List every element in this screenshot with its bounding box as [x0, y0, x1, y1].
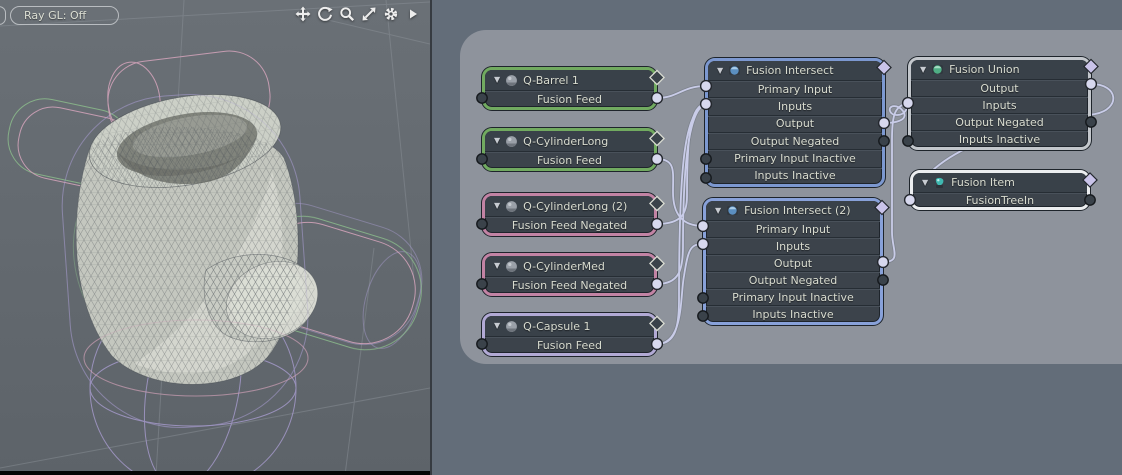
node-fusion-intersect[interactable]: ▼ Fusion Intersect Primary Input Inputs …: [705, 58, 885, 187]
node-title: Fusion Intersect: [746, 64, 833, 77]
fit-view-icon[interactable]: [360, 5, 378, 23]
fusion-intersect-icon: [726, 204, 739, 217]
node-title: Q-CylinderMed: [523, 260, 605, 273]
collapse-arrow-icon[interactable]: ▼: [494, 202, 500, 210]
node-q-cylinderlong[interactable]: ▼ Q-CylinderLong Fusion Feed: [482, 128, 657, 171]
node-row-fusion-feed: Fusion Feed: [485, 90, 654, 107]
node-q-cylindermed[interactable]: ▼ Q-CylinderMed Fusion Feed Negated: [482, 253, 657, 296]
node-title: Q-CylinderLong (2): [523, 200, 627, 213]
orbit-icon[interactable]: [316, 5, 334, 23]
fusion-item-icon: [933, 176, 946, 189]
node-row-fusion-feed-negated: Fusion Feed Negated: [485, 216, 654, 233]
port-row-inputs-inactive: Inputs Inactive: [911, 130, 1088, 147]
node-q-cylinderlong-2[interactable]: ▼ Q-CylinderLong (2) Fusion Feed Negated: [482, 193, 657, 236]
collapse-arrow-icon[interactable]: ▼: [717, 67, 723, 75]
fused-mesh-model[interactable]: [55, 81, 330, 435]
port-row-inputs-inactive: Inputs Inactive: [706, 305, 880, 322]
node-fusion-intersect-2[interactable]: ▼ Fusion Intersect (2) Primary Input Inp…: [703, 198, 883, 325]
port-row-inputs: Inputs: [911, 96, 1088, 113]
port-row-output: Output: [911, 79, 1088, 96]
collapse-arrow-icon[interactable]: ▼: [494, 76, 500, 84]
collapse-arrow-icon[interactable]: ▼: [715, 207, 721, 215]
port-row-output: Output: [706, 254, 880, 271]
port-row-primary-input-inactive: Primary Input Inactive: [706, 288, 880, 305]
port-row-output-negated: Output Negated: [708, 132, 882, 149]
port-row-inputs: Inputs: [708, 97, 882, 114]
port-row-primary-input: Primary Input: [706, 220, 880, 237]
viewport-toolbar: [294, 5, 422, 23]
fusion-union-icon: [931, 63, 944, 76]
node-title: Fusion Item: [951, 176, 1015, 189]
schematic-panel[interactable]: ▼ Q-Barrel 1 Fusion Feed ▼ Q-CylinderLon…: [432, 0, 1122, 475]
port-row-inputs: Inputs: [706, 237, 880, 254]
modo-schematic-window: Ray GL: Off: [0, 0, 1122, 475]
port-row-output-negated: Output Negated: [706, 271, 880, 288]
zoom-icon[interactable]: [338, 5, 356, 23]
expand-arrow-icon[interactable]: [404, 5, 422, 23]
viewport-settings-gear-icon[interactable]: [382, 5, 400, 23]
port-row-output-negated: Output Negated: [911, 113, 1088, 130]
node-title: Fusion Intersect (2): [744, 204, 850, 217]
port-row-primary-input-inactive: Primary Input Inactive: [708, 149, 882, 166]
raygl-label: Ray GL: Off: [24, 9, 86, 22]
collapse-arrow-icon[interactable]: ▼: [494, 322, 500, 330]
raygl-button[interactable]: Ray GL: Off: [10, 6, 119, 25]
node-q-barrel-1[interactable]: ▼ Q-Barrel 1 Fusion Feed: [482, 67, 657, 110]
mesh-item-icon: [505, 260, 518, 273]
collapse-arrow-icon[interactable]: ▼: [922, 179, 928, 187]
collapse-arrow-icon[interactable]: ▼: [494, 137, 500, 145]
port-row-primary-input: Primary Input: [708, 80, 882, 97]
port-row-output: Output: [708, 115, 882, 132]
port-row-inputs-inactive: Inputs Inactive: [708, 167, 882, 184]
mesh-item-icon: [505, 320, 518, 333]
pan-icon[interactable]: [294, 5, 312, 23]
viewport-3d[interactable]: Ray GL: Off: [0, 0, 430, 475]
port-row-fusiontreein: FusionTreeIn: [913, 192, 1087, 207]
node-row-fusion-feed-negated: Fusion Feed Negated: [485, 276, 654, 293]
node-row-fusion-feed: Fusion Feed: [485, 151, 654, 168]
fusion-intersect-icon: [728, 64, 741, 77]
node-title: Q-Barrel 1: [523, 74, 579, 87]
node-title: Q-Capsule 1: [523, 320, 590, 333]
node-title: Fusion Union: [949, 63, 1019, 76]
node-fusion-item[interactable]: ▼ Fusion Item FusionTreeIn: [910, 170, 1090, 210]
collapse-arrow-icon[interactable]: ▼: [494, 262, 500, 270]
node-title: Q-CylinderLong: [523, 135, 608, 148]
node-row-fusion-feed: Fusion Feed: [485, 336, 654, 353]
node-q-capsule-1[interactable]: ▼ Q-Capsule 1 Fusion Feed: [482, 313, 657, 356]
mesh-item-icon: [505, 74, 518, 87]
node-fusion-union[interactable]: ▼ Fusion Union Output Inputs Output Nega…: [908, 57, 1091, 150]
viewport-render: [0, 0, 430, 475]
collapse-arrow-icon[interactable]: ▼: [920, 66, 926, 74]
mesh-item-icon: [505, 200, 518, 213]
mesh-item-icon: [505, 135, 518, 148]
viewport-bottom-bar: [0, 471, 430, 475]
